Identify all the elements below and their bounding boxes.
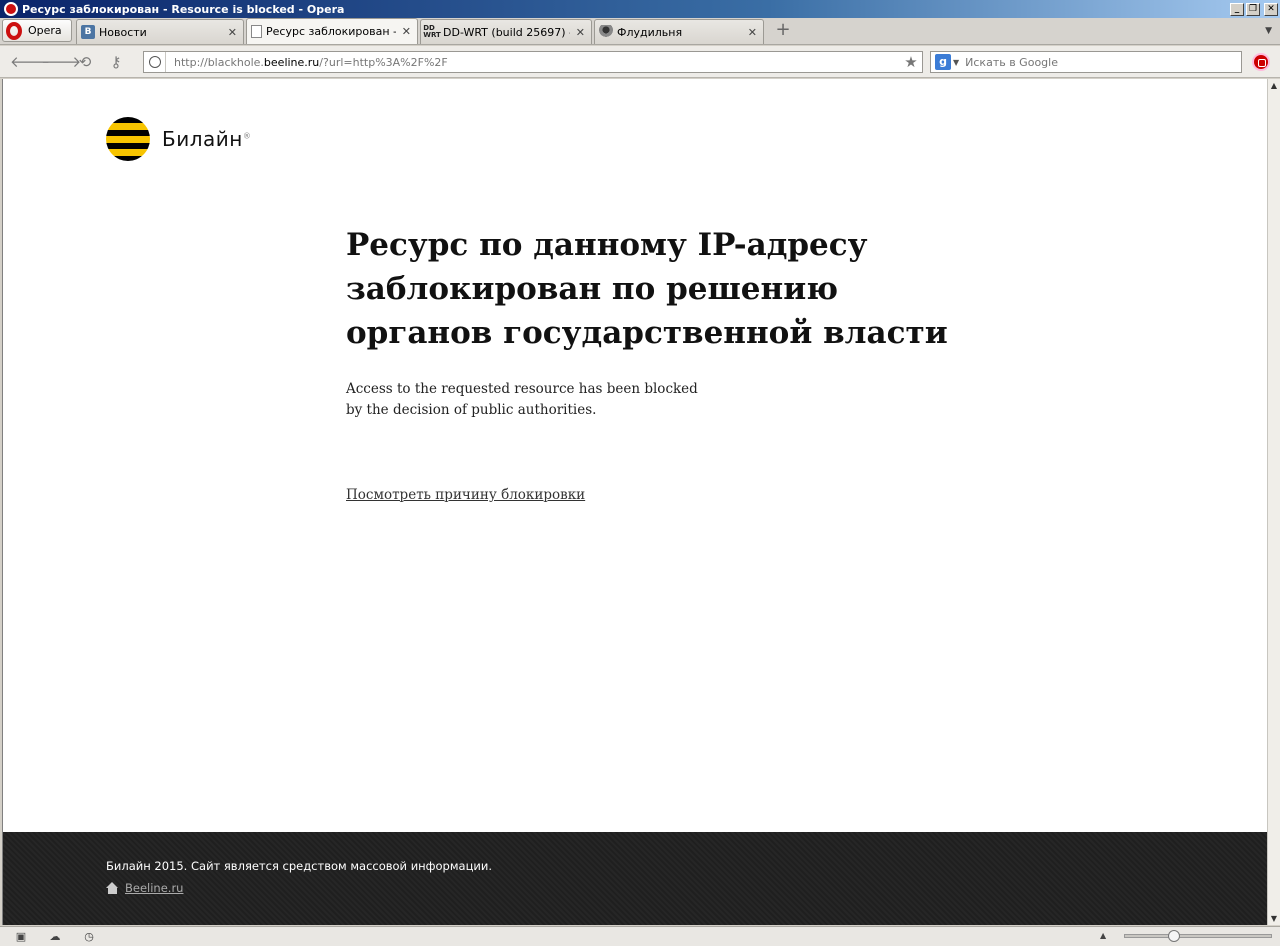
zoom-control: ▲: [1100, 929, 1273, 942]
tab-label: Флудильня: [617, 25, 683, 39]
tab-flood[interactable]: Флудильня ✕: [594, 19, 764, 44]
user-icon: [599, 25, 613, 39]
footer-home-link[interactable]: Beeline.ru: [106, 881, 183, 895]
opera-logo-icon: [4, 2, 18, 16]
tab-bar: Opera В Новости ✕ Ресурс заблокирован - …: [0, 18, 1280, 45]
tab-ddwrt[interactable]: DDWRT DD-WRT (build 25697) - ... ✕: [420, 19, 592, 44]
wand-key-icon[interactable]: ⚷: [103, 50, 129, 74]
reload-button[interactable]: ⟲: [72, 50, 98, 74]
headline-line: органов государственной власти: [346, 315, 948, 351]
footer-link-label: Beeline.ru: [125, 881, 184, 895]
address-bar[interactable]: http://blackhole.beeline.ru/?url=http%3A…: [143, 51, 923, 73]
title-bar: Ресурс заблокирован - Resource is blocke…: [0, 0, 1280, 18]
opera-menu-label: Opera: [28, 24, 62, 37]
beeline-ball-icon: [106, 117, 150, 161]
footer-copyright: Билайн 2015. Сайт является средством мас…: [106, 859, 493, 873]
close-tab-icon[interactable]: ✕: [228, 26, 237, 39]
close-tab-icon[interactable]: ✕: [576, 26, 585, 39]
tab-list-chevron-down-icon[interactable]: ▼: [1265, 26, 1272, 36]
footer: Билайн 2015. Сайт является средством мас…: [3, 832, 1267, 925]
unite-cloud-icon[interactable]: ☁: [48, 930, 62, 943]
block-reason-link[interactable]: Посмотреть причину блокировки: [346, 487, 585, 503]
search-input[interactable]: [965, 55, 1241, 69]
opera-logo-icon: [6, 21, 22, 40]
vk-icon: В: [81, 25, 95, 39]
opera-turbo-icon[interactable]: [1252, 53, 1270, 71]
english-notice: Access to the requested resource has bee…: [346, 379, 698, 421]
panel-toggle-icon[interactable]: ▣: [14, 930, 28, 943]
headline-line: заблокирован по решению: [346, 271, 838, 307]
address-url[interactable]: http://blackhole.beeline.ru/?url=http%3A…: [166, 56, 900, 69]
block-headline: Ресурс по данному IP-адресу заблокирован…: [346, 223, 948, 355]
close-tab-icon[interactable]: ✕: [748, 26, 757, 39]
opera-menu-button[interactable]: Opera: [2, 19, 72, 42]
page-icon: [251, 25, 262, 38]
tab-news[interactable]: В Новости ✕: [76, 19, 244, 44]
site-info-icon[interactable]: [144, 52, 166, 72]
tab-label: Ресурс заблокирован - ...: [266, 25, 396, 38]
page-viewport: Билайн® Ресурс по данному IP-адресу забл…: [2, 79, 1267, 925]
home-icon: [106, 882, 119, 894]
new-tab-button[interactable]: +: [772, 20, 794, 42]
headline-line: Ресурс по данному IP-адресу: [346, 227, 868, 263]
ddwrt-icon: DD WRT: [423, 24, 441, 39]
search-engine-chevron-down-icon[interactable]: ▼: [953, 58, 959, 67]
close-tab-icon[interactable]: ✕: [402, 25, 411, 38]
scroll-down-icon[interactable]: ▼: [1268, 912, 1280, 925]
zoom-slider-knob[interactable]: [1168, 929, 1181, 942]
zoom-slider[interactable]: [1124, 929, 1273, 942]
tab-label: Новости: [99, 25, 147, 39]
back-button[interactable]: 🡐: [10, 50, 50, 74]
window-controls: _ ❐ ✕: [1230, 2, 1278, 16]
scroll-up-icon[interactable]: ▲: [1268, 79, 1280, 92]
vertical-scrollbar[interactable]: ▲ ▼: [1267, 79, 1280, 925]
window-title: Ресурс заблокирован - Resource is blocke…: [22, 2, 345, 16]
notice-line: Access to the requested resource has bee…: [346, 381, 698, 397]
beeline-logo[interactable]: Билайн®: [106, 117, 251, 161]
speed-dial-icon[interactable]: ◷: [82, 930, 96, 943]
brand-name: Билайн®: [162, 127, 252, 151]
search-box[interactable]: g ▼: [930, 51, 1242, 73]
navigation-toolbar: 🡐 🡒 ⟲ ⚷ http://blackhole.beeline.ru/?url…: [0, 46, 1280, 78]
minimize-button[interactable]: _: [1230, 2, 1244, 16]
bookmark-star-icon[interactable]: ★: [900, 53, 922, 71]
notice-line: by the decision of public authorities.: [346, 402, 597, 418]
close-button[interactable]: ✕: [1264, 2, 1278, 16]
forward-button[interactable]: 🡒: [41, 50, 81, 74]
view-menu-icon[interactable]: ▲: [1100, 931, 1106, 940]
restore-button[interactable]: ❐: [1246, 2, 1260, 16]
google-icon[interactable]: g: [935, 54, 951, 70]
tab-blocked[interactable]: Ресурс заблокирован - ... ✕: [246, 18, 418, 44]
tab-label: DD-WRT (build 25697) - ...: [443, 25, 570, 39]
status-bar: ▣ ☁ ◷ ▲: [0, 926, 1280, 946]
